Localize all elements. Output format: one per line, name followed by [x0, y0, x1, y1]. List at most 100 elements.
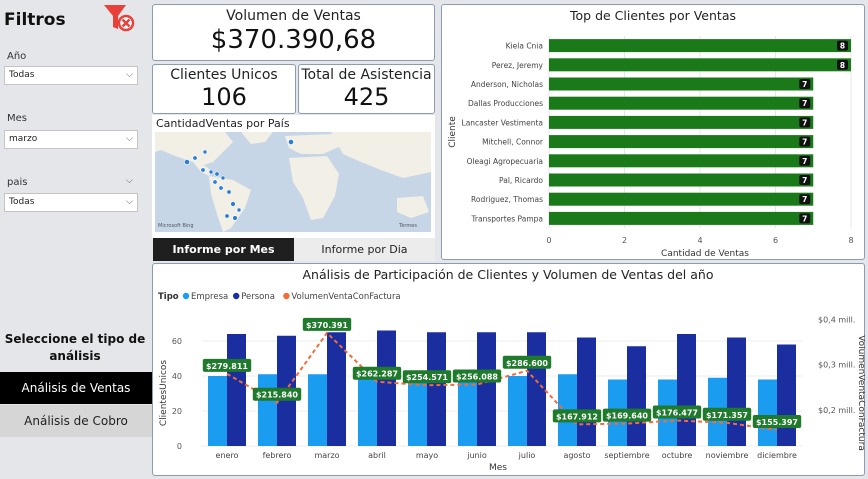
combo-month-label: marzo: [314, 451, 339, 460]
combo-month-label: diciembre: [757, 451, 797, 460]
top-clients-data-label: 7: [802, 118, 807, 127]
empresa-bar[interactable]: [508, 376, 527, 446]
top-clients-category-label: Perez, Jeremy: [492, 61, 544, 70]
top-clients-bar[interactable]: [549, 173, 814, 187]
top-clients-bar[interactable]: [549, 211, 814, 225]
top-clients-data-label: 7: [802, 99, 807, 108]
unique-clients-title: Clientes Unicos: [170, 67, 278, 83]
sales-analysis-button[interactable]: Análisis de Ventas: [0, 372, 152, 404]
map-title: CantidadVentas por País: [156, 117, 290, 130]
collections-analysis-button[interactable]: Análisis de Cobro: [0, 405, 152, 437]
top-clients-category-label: Anderson, Nicholas: [471, 80, 543, 89]
collapse-chevron-icon[interactable]: ⌵: [126, 176, 133, 186]
combo-xlabel: Mes: [489, 463, 507, 473]
top-clients-bar[interactable]: [549, 115, 814, 129]
persona-bar[interactable]: [227, 334, 246, 446]
country-dropdown[interactable]: Todas ⌵: [4, 193, 138, 212]
combo-month-label: octubre: [662, 451, 693, 460]
sales-volume-data-label: $262.287: [356, 370, 398, 379]
empresa-bar[interactable]: [258, 374, 277, 446]
combo-month-label: junio: [466, 451, 487, 460]
year-filter-label: Año: [7, 51, 27, 62]
attendance-card: Total de Asistencia 425: [298, 64, 435, 114]
legend-item[interactable]: VolumenVentaConFactura: [291, 292, 400, 302]
sales-volume-data-label: $171.357: [706, 411, 748, 420]
top-clients-bar[interactable]: [549, 154, 814, 168]
empresa-bar[interactable]: [308, 374, 327, 446]
legend-item[interactable]: Persona: [241, 292, 275, 302]
empresa-bar[interactable]: [758, 379, 777, 447]
combo-month-label: febrero: [263, 451, 292, 460]
top-clients-bar[interactable]: [549, 192, 814, 206]
clear-filter-icon[interactable]: [102, 3, 136, 33]
top-clients-bar[interactable]: [549, 77, 814, 91]
legend-item[interactable]: Empresa: [191, 292, 228, 302]
persona-bar[interactable]: [427, 332, 446, 446]
top-clients-bar[interactable]: [549, 58, 851, 72]
top-clients-data-label: 7: [802, 138, 807, 147]
analysis-title-line2: análisis: [49, 349, 101, 363]
combo-y2label: VolumenVentaConFactura: [856, 335, 865, 451]
monthly-analysis-chart: Análisis de Participación de Clientes y …: [158, 267, 865, 473]
persona-bar[interactable]: [477, 332, 496, 446]
top-clients-category-label: Oleagi Agropecuaria: [467, 157, 543, 166]
unique-clients-value: 106: [201, 83, 247, 111]
sales-volume-data-label: $286.600: [506, 359, 548, 368]
month-dropdown[interactable]: marzo ⌵: [4, 130, 138, 149]
top-clients-data-label: 8: [840, 61, 845, 70]
top-clients-data-label: 7: [802, 214, 807, 223]
top-clients-data-label: 7: [802, 80, 807, 89]
top-clients-data-label: 7: [802, 176, 807, 185]
empresa-bar[interactable]: [358, 376, 377, 446]
empresa-bar[interactable]: [408, 377, 427, 446]
sales-volume-data-label: $215.840: [256, 391, 298, 400]
top-clients-xlabel: Cantidad de Ventas: [661, 249, 749, 259]
persona-bar[interactable]: [777, 344, 796, 447]
legend-marker: [283, 292, 290, 300]
combo-month-label: abril: [368, 451, 386, 460]
top-clients-category-label: Dallas Producciones: [468, 99, 543, 108]
sales-volume-data-label: $279.811: [206, 362, 248, 371]
persona-bar[interactable]: [677, 334, 696, 446]
sales-volume-data-label: $155.397: [756, 418, 798, 427]
persona-bar[interactable]: [327, 332, 346, 446]
analysis-title-line1: Seleccione el tipo de: [4, 332, 146, 346]
world-map[interactable]: Microsoft Bing Tèrmes: [155, 132, 431, 232]
persona-bar[interactable]: [627, 346, 646, 446]
persona-bar[interactable]: [727, 337, 746, 447]
top-clients-data-label: 7: [802, 195, 807, 204]
map-attribution-left: Microsoft Bing: [158, 223, 194, 229]
combo-y2tick: $0,2 mill.: [818, 406, 855, 415]
combo-ytick: 40: [172, 372, 182, 381]
top-clients-bar[interactable]: [549, 135, 814, 149]
empresa-bar[interactable]: [208, 376, 227, 446]
analysis-type-title: Seleccione el tipo de análisis: [0, 331, 150, 365]
legend-marker: [182, 292, 190, 300]
combo-month-label: noviembre: [706, 451, 749, 460]
top-clients-bar[interactable]: [549, 39, 851, 53]
monthly-analysis-title: Análisis de Participación de Clientes y …: [303, 267, 714, 282]
legend-title: Tipo: [158, 292, 179, 302]
combo-ytick: 20: [172, 407, 182, 416]
sales-volume-data-label: $256.088: [456, 373, 498, 382]
combo-month-label: septiembre: [604, 451, 649, 460]
empresa-bar[interactable]: [458, 377, 477, 446]
chevron-down-icon: ⌵: [126, 70, 133, 80]
daily-report-tab[interactable]: Informe por Dia: [294, 238, 435, 261]
sales-volume-title: Volumen de Ventas: [226, 8, 361, 24]
persona-bar[interactable]: [377, 330, 396, 447]
persona-bar[interactable]: [527, 332, 546, 446]
sales-volume-data-label: $370.391: [306, 321, 348, 330]
unique-clients-card: Clientes Unicos 106: [152, 64, 296, 114]
chevron-down-icon: ⌵: [126, 134, 133, 144]
legend-marker: [233, 292, 240, 300]
persona-bar[interactable]: [577, 337, 596, 447]
year-dropdown[interactable]: Todas ⌵: [4, 66, 138, 85]
monthly-report-tab[interactable]: Informe por Mes: [153, 238, 294, 261]
combo-y2tick: $0,3 mill.: [818, 361, 855, 370]
top-clients-bar[interactable]: [549, 96, 814, 110]
country-dropdown-value: Todas: [9, 197, 35, 207]
top-clients-xtick: 6: [773, 236, 778, 245]
filters-title: Filtros: [4, 10, 66, 30]
top-clients-xtick: 4: [697, 236, 702, 245]
